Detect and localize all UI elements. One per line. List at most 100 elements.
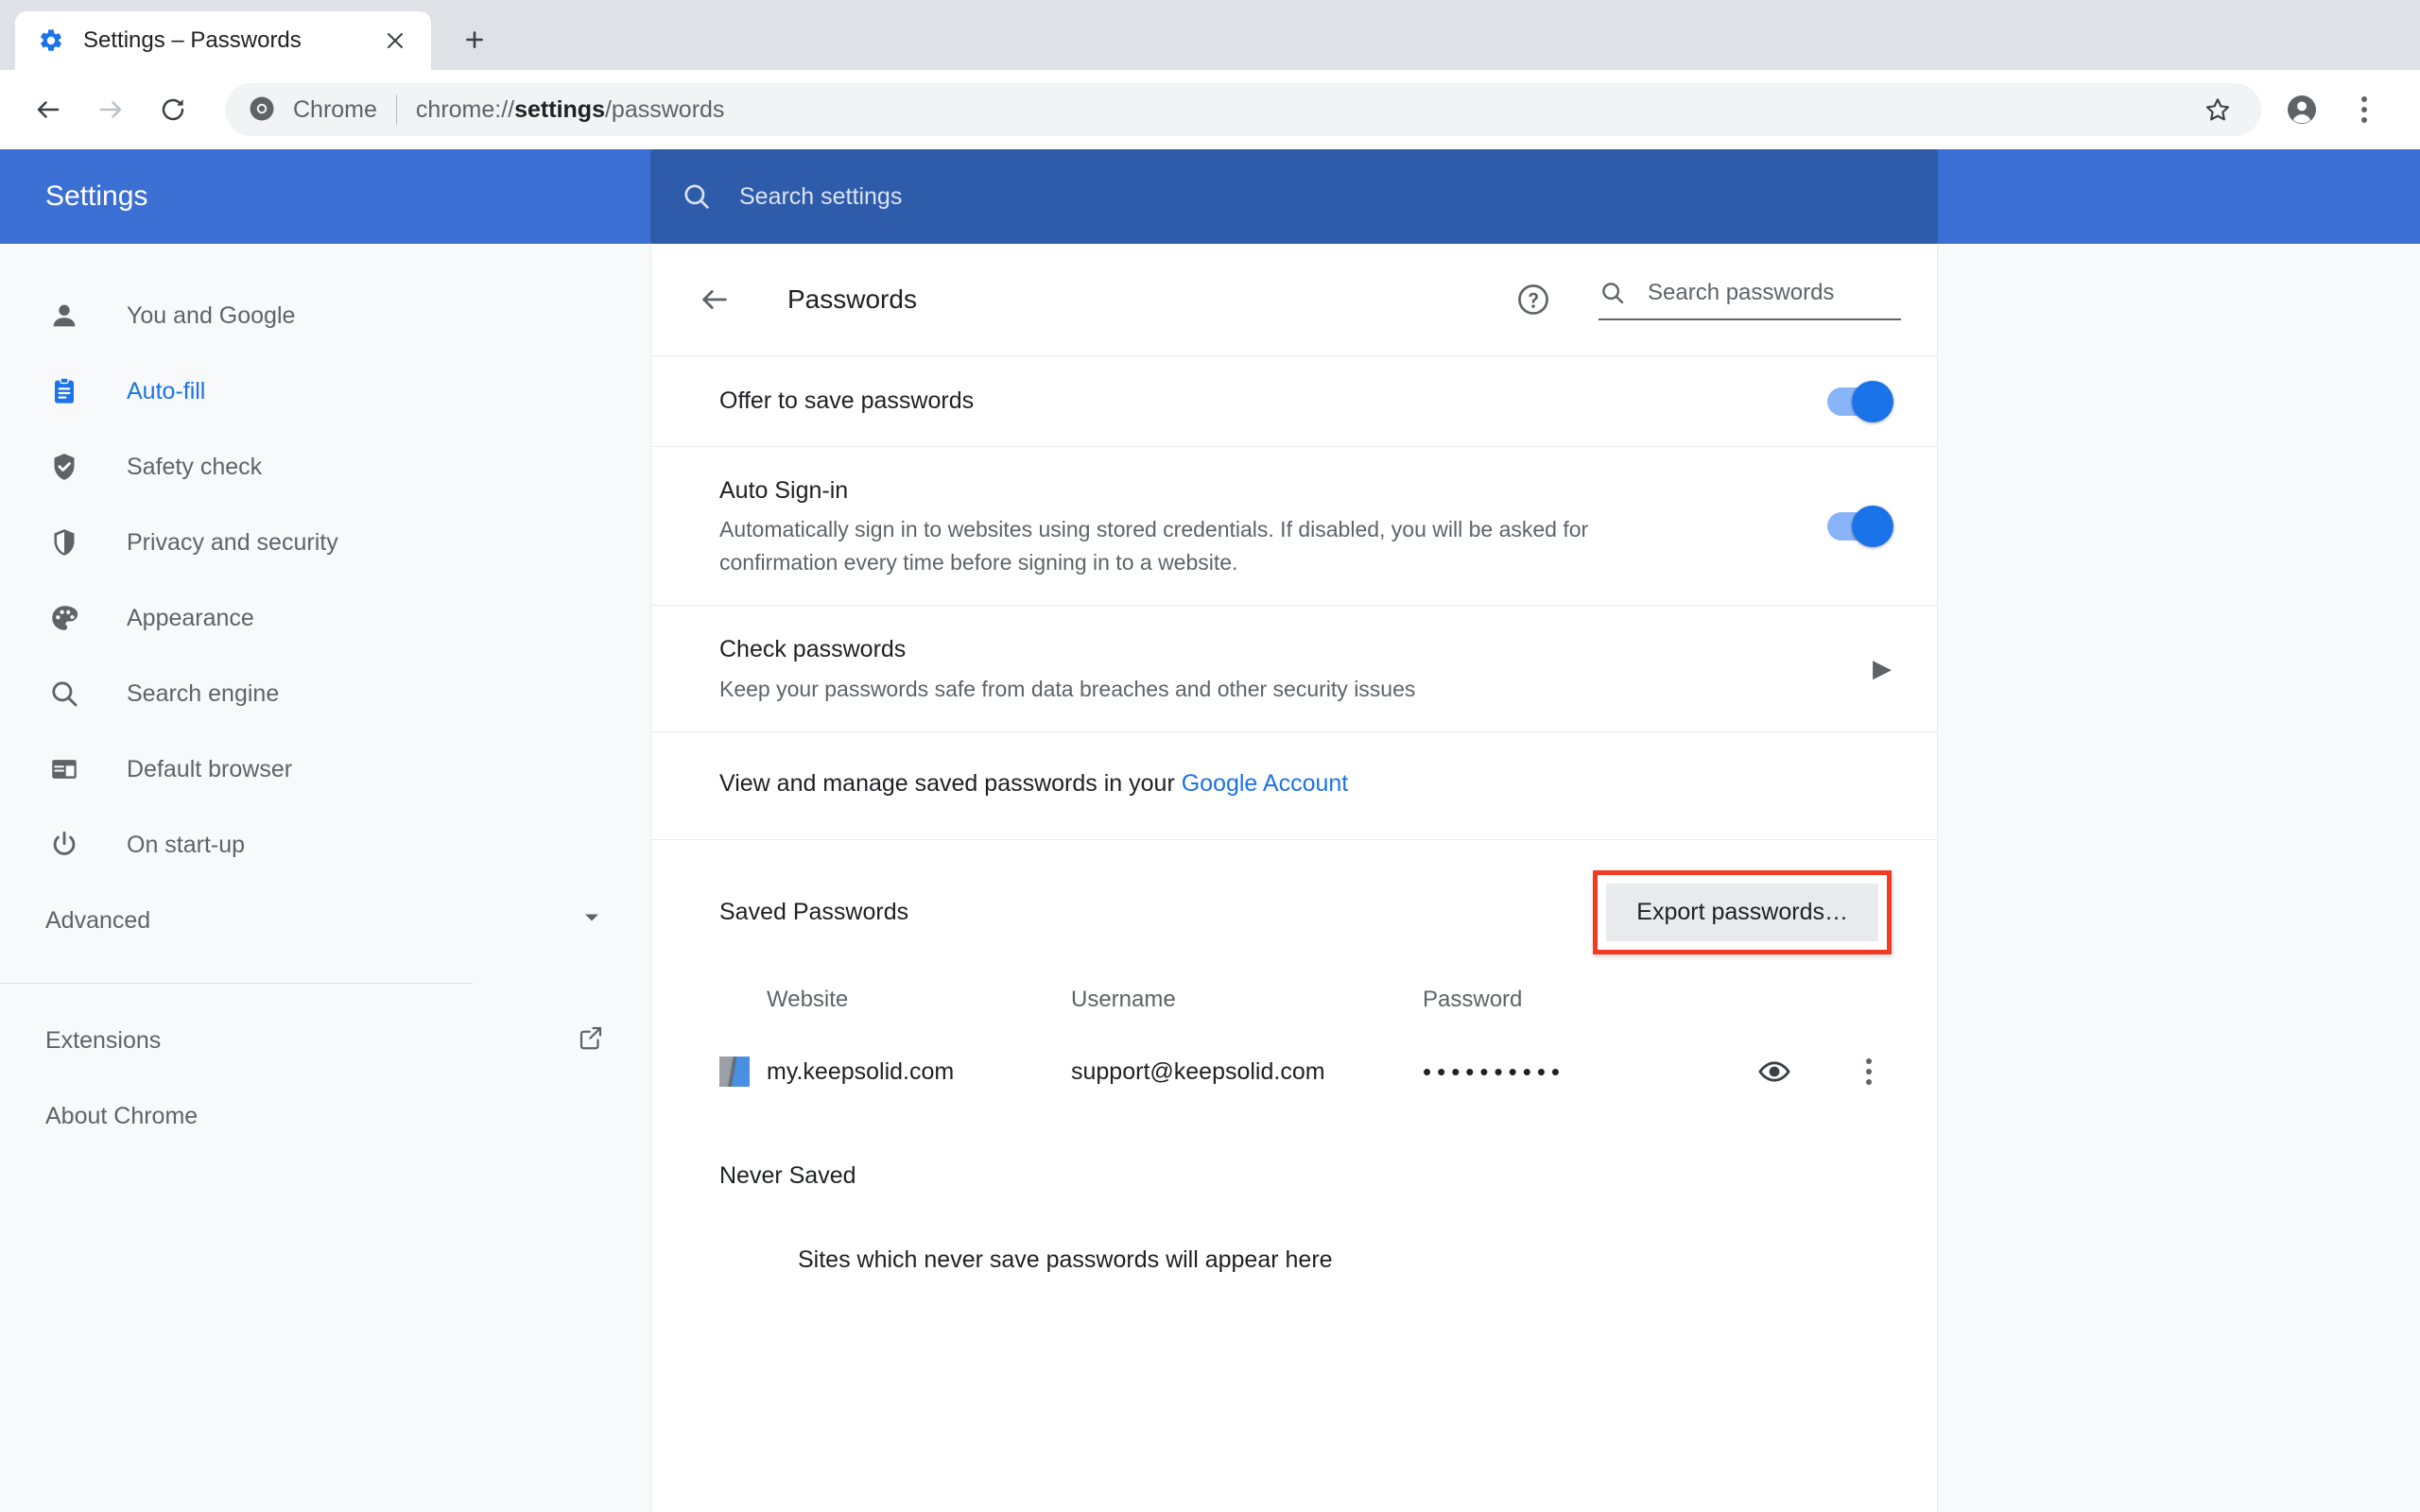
export-passwords-highlight: Export passwords… (1593, 870, 1892, 954)
tab-strip: Settings – Passwords (0, 0, 2420, 70)
address-bar[interactable]: Chrome chrome://settings/passwords (225, 83, 2261, 136)
cell-password-mask: •••••••••• (1423, 1057, 1735, 1087)
sidebar-divider (0, 983, 473, 984)
sidebar-item-auto-fill[interactable]: Auto-fill (0, 353, 650, 429)
check-passwords-title: Check passwords (719, 632, 1844, 666)
cell-username: support@keepsolid.com (1071, 1058, 1423, 1086)
page-right-gutter (1938, 244, 2420, 1512)
shield-icon (45, 524, 83, 561)
row-actions (1752, 1049, 1892, 1094)
back-arrow-icon[interactable] (693, 278, 736, 321)
forward-icon[interactable] (83, 82, 138, 137)
eye-icon[interactable] (1752, 1049, 1797, 1094)
clipboard-icon (45, 372, 83, 410)
saved-passwords-title: Saved Passwords (719, 899, 908, 926)
three-dot-menu[interactable] (1846, 1049, 1892, 1094)
auto-signin-row[interactable]: Auto Sign-in Automatically sign in to we… (651, 446, 1937, 605)
sidebar-item-extensions[interactable]: Extensions (0, 1003, 650, 1078)
search-icon (1599, 279, 1627, 307)
new-tab-button[interactable] (448, 13, 501, 66)
google-account-link[interactable]: Google Account (1182, 770, 1349, 797)
power-icon (45, 826, 83, 864)
search-passwords-input[interactable]: Search passwords (1599, 279, 1901, 320)
settings-body: You and Google Auto-fill Safety check (0, 244, 2420, 1512)
reload-icon[interactable] (146, 82, 200, 137)
sidebar-about-label: About Chrome (45, 1103, 198, 1130)
sidebar-item-label: Appearance (127, 605, 254, 632)
sidebar-item-label: Privacy and security (127, 529, 338, 557)
omnibox-divider (396, 94, 397, 125)
settings-sidebar: You and Google Auto-fill Safety check (0, 244, 650, 1512)
search-settings-input[interactable]: Search settings (650, 149, 1938, 244)
passwords-header: Passwords Search passwords (651, 244, 1937, 355)
sidebar-item-you-and-google[interactable]: You and Google (0, 278, 650, 353)
check-passwords-subtitle: Keep your passwords safe from data breac… (719, 673, 1707, 706)
check-passwords-text: Check passwords Keep your passwords safe… (719, 606, 1844, 731)
chevron-right-icon: ▶ (1873, 654, 1892, 683)
sidebar-item-advanced[interactable]: Advanced (0, 883, 650, 958)
offer-to-save-toggle[interactable] (1827, 387, 1892, 416)
person-icon (45, 297, 83, 335)
sidebar-item-privacy-and-security[interactable]: Privacy and security (0, 505, 650, 580)
never-saved-title: Never Saved (651, 1111, 1937, 1190)
auto-signin-title: Auto Sign-in (719, 473, 1789, 507)
search-settings-placeholder: Search settings (739, 183, 902, 211)
column-header-password: Password (1423, 987, 1735, 1013)
settings-page: Settings Search settings You and Google (0, 149, 2420, 1512)
sidebar-item-appearance[interactable]: Appearance (0, 580, 650, 656)
table-row[interactable]: my.keepsolid.com support@keepsolid.com •… (651, 1032, 1937, 1111)
tab-title: Settings – Passwords (83, 27, 376, 54)
sidebar-item-on-start-up[interactable]: On start-up (0, 807, 650, 883)
passwords-table-header: Website Username Password (651, 960, 1937, 1032)
auto-signin-subtitle: Automatically sign in to websites using … (719, 513, 1707, 578)
toggle-knob (1852, 506, 1893, 547)
browser-window-icon (45, 750, 83, 788)
gear-icon (38, 27, 64, 54)
offer-to-save-text: Offer to save passwords (719, 357, 1789, 444)
sidebar-item-label: Default browser (127, 756, 292, 783)
browser-toolbar: Chrome chrome://settings/passwords (0, 70, 2420, 149)
website-text: my.keepsolid.com (767, 1058, 954, 1086)
sidebar-extensions-label: Extensions (45, 1027, 161, 1055)
sidebar-item-label: On start-up (127, 832, 245, 859)
url-host: settings (514, 96, 605, 123)
cell-website: my.keepsolid.com (719, 1057, 1071, 1087)
back-icon[interactable] (21, 82, 76, 137)
export-passwords-button[interactable]: Export passwords… (1606, 884, 1878, 941)
settings-header: Settings Search settings (0, 149, 2420, 244)
palette-icon (45, 599, 83, 637)
avatar[interactable] (2274, 82, 2329, 137)
check-passwords-row[interactable]: Check passwords Keep your passwords safe… (651, 605, 1937, 731)
url-text: chrome://settings/passwords (416, 96, 725, 124)
url-path: /passwords (605, 96, 724, 123)
offer-to-save-passwords-row[interactable]: Offer to save passwords (651, 355, 1937, 446)
manage-passwords-text: View and manage saved passwords in your (719, 770, 1182, 797)
sidebar-item-label: Safety check (127, 454, 262, 481)
sidebar-item-about-chrome[interactable]: About Chrome (0, 1078, 650, 1154)
passwords-header-actions: Search passwords (1513, 279, 1901, 320)
sidebar-item-label: You and Google (127, 302, 295, 330)
column-header-website: Website (719, 987, 1071, 1013)
sidebar-item-label: Search engine (127, 680, 279, 708)
saved-passwords-header: Saved Passwords Export passwords… (651, 839, 1937, 960)
toolbar-right-actions (2274, 82, 2399, 137)
help-icon[interactable] (1513, 280, 1553, 319)
auto-signin-text: Auto Sign-in Automatically sign in to we… (719, 447, 1789, 605)
url-prefix: chrome:// (416, 96, 514, 123)
never-saved-empty-message: Sites which never save passwords will ap… (651, 1190, 1937, 1274)
manage-passwords-note: View and manage saved passwords in your … (651, 731, 1937, 839)
browser-tab[interactable]: Settings – Passwords (15, 11, 431, 70)
auto-signin-toggle[interactable] (1827, 512, 1892, 541)
sidebar-advanced-label: Advanced (45, 907, 150, 935)
three-dot-menu[interactable] (2337, 82, 2392, 137)
passwords-panel: Passwords Search passwords (650, 244, 1938, 1512)
sidebar-item-safety-check[interactable]: Safety check (0, 429, 650, 505)
sidebar-item-search-engine[interactable]: Search engine (0, 656, 650, 731)
site-favicon-icon (719, 1057, 750, 1087)
close-icon[interactable] (376, 22, 414, 60)
bookmark-star-icon[interactable] (2197, 89, 2238, 130)
sidebar-item-default-browser[interactable]: Default browser (0, 731, 650, 807)
settings-brand: Settings (0, 149, 650, 244)
search-icon (45, 675, 83, 713)
sidebar-item-label: Auto-fill (127, 378, 205, 405)
